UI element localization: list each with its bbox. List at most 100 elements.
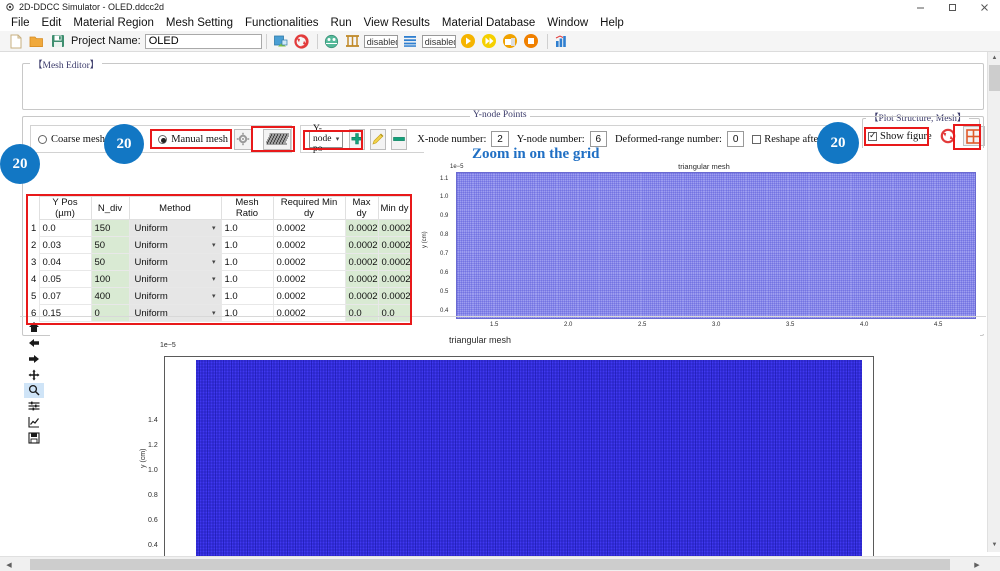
save-figure-icon[interactable] [24, 430, 44, 445]
menu-edit[interactable]: Edit [36, 16, 68, 30]
menu-material-region[interactable]: Material Region [67, 16, 160, 30]
scroll-right-arrow[interactable]: ▶ [970, 557, 984, 571]
top-chart-ytick: 0.4 [440, 308, 449, 314]
run-step-icon[interactable] [480, 32, 499, 51]
chart-icon[interactable] [552, 32, 571, 51]
cell-ypos[interactable]: 0.0 [38, 219, 92, 237]
cell-ypos[interactable]: 0.15 [38, 304, 92, 322]
forward-arrow-icon[interactable] [24, 352, 44, 367]
cell-ndiv[interactable]: 150 [90, 219, 130, 237]
import-icon[interactable] [271, 32, 290, 51]
app-icon [4, 2, 16, 13]
horizontal-scroll-thumb[interactable] [30, 559, 950, 570]
minimize-button[interactable] [904, 0, 936, 14]
bottom-chart-panel[interactable]: triangular mesh 1e−5 y (cm) 1.4 1.2 1.0 … [50, 328, 980, 571]
cell-ypos[interactable]: 0.05 [38, 270, 92, 288]
table-header-method[interactable]: Method [128, 196, 222, 220]
table-header-mindy[interactable]: Min dy [377, 196, 410, 220]
menu-view-results[interactable]: View Results [358, 16, 436, 30]
cell-ypos[interactable]: 0.04 [38, 253, 92, 271]
menu-run[interactable]: Run [325, 16, 358, 30]
run-icon[interactable] [459, 32, 478, 51]
table-row[interactable]: 3 0.04 50 Uniform ▾ 1.0 0.0002 0.0002 0. [28, 253, 410, 271]
top-chart-panel[interactable]: triangular mesh 1e−5 y (cm) 0.4 0.5 0.6 … [422, 148, 984, 335]
ynode-points-table-wrapper[interactable]: Y Pos (µm) N_div Method Mesh Ratio Requi… [28, 196, 410, 324]
cell-ndiv[interactable]: 100 [90, 270, 130, 288]
cell-method[interactable]: Uniform ▾ [128, 270, 222, 288]
back-arrow-icon[interactable] [24, 336, 44, 351]
save-icon[interactable] [48, 32, 67, 51]
table-header-required[interactable]: Required Min dy [272, 196, 346, 220]
cell-required[interactable]: 0.0002 [272, 236, 346, 254]
top-chart-y-exponent: 1e−5 [450, 164, 464, 170]
menu-file[interactable]: File [5, 16, 36, 30]
cell-ndiv[interactable]: 0 [90, 304, 130, 322]
export-icon[interactable] [501, 32, 520, 51]
vertical-scrollbar[interactable]: ▲ ▼ [987, 52, 1000, 552]
cell-required[interactable]: 0.0002 [272, 219, 346, 237]
mesh-globe-icon[interactable] [322, 32, 341, 51]
close-button[interactable] [968, 0, 1000, 14]
table-header-ndiv[interactable]: N_div [90, 196, 130, 220]
cell-method[interactable]: Uniform ▾ [128, 287, 222, 305]
cell-method[interactable]: Uniform ▾ [128, 304, 222, 322]
cell-required[interactable]: 0.0002 [272, 287, 346, 305]
table-row[interactable]: 1 0.0 150 Uniform ▾ 1.0 0.0002 0.0002 0. [28, 219, 410, 237]
cell-ratio[interactable]: 1.0 [220, 219, 274, 237]
maximize-button[interactable] [936, 0, 968, 14]
cell-ndiv[interactable]: 400 [90, 287, 130, 305]
project-name-input[interactable]: OLED [144, 33, 262, 49]
cell-ratio[interactable]: 1.0 [220, 270, 274, 288]
menu-help[interactable]: Help [594, 16, 630, 30]
open-folder-icon[interactable] [27, 32, 46, 51]
cell-ndiv[interactable]: 50 [90, 253, 130, 271]
method-value: Uniform [134, 290, 168, 302]
cell-ratio[interactable]: 1.0 [220, 304, 274, 322]
menu-functionalities[interactable]: Functionalities [239, 16, 325, 30]
disabled-field-1[interactable]: disabled [363, 34, 398, 48]
table-header-ypos[interactable]: Y Pos (µm) [38, 196, 92, 220]
new-file-icon[interactable] [6, 32, 25, 51]
cell-method[interactable]: Uniform ▾ [128, 219, 222, 237]
cell-ypos[interactable]: 0.03 [38, 236, 92, 254]
table-header-maxdy[interactable]: Max dy [344, 196, 379, 220]
structure-icon[interactable] [343, 32, 362, 51]
cell-required[interactable]: 0.0002 [272, 270, 346, 288]
cell-ndiv[interactable]: 50 [90, 236, 130, 254]
zoom-magnifier-icon[interactable] [24, 383, 44, 398]
cell-ypos[interactable]: 0.07 [38, 287, 92, 305]
subplot-config-icon[interactable] [24, 399, 44, 414]
cell-ratio[interactable]: 1.0 [220, 287, 274, 305]
disabled-field-2[interactable]: disabled [421, 34, 456, 48]
table-row[interactable]: 4 0.05 100 Uniform ▾ 1.0 0.0002 0.0002 0 [28, 270, 410, 288]
cell-required[interactable]: 0.0002 [272, 253, 346, 271]
list-icon[interactable] [401, 32, 420, 51]
horizontal-scrollbar[interactable]: ◀ ▶ [0, 556, 1000, 571]
cell-method[interactable]: Uniform ▾ [128, 236, 222, 254]
cell-ratio[interactable]: 1.0 [220, 253, 274, 271]
cell-ratio[interactable]: 1.0 [220, 236, 274, 254]
table-row[interactable]: 6 0.15 0 Uniform ▾ 1.0 0.0002 0.0 0.0 [28, 304, 410, 322]
vertical-scroll-thumb[interactable] [989, 65, 1000, 91]
step-badge-2: 20 [104, 124, 144, 164]
pan-move-icon[interactable] [24, 367, 44, 382]
cell-mindy: 0.0002 [377, 270, 410, 288]
scroll-left-arrow[interactable]: ◀ [2, 557, 16, 571]
home-icon[interactable] [24, 320, 44, 335]
cell-method[interactable]: Uniform ▾ [128, 253, 222, 271]
table-row[interactable]: 5 0.07 400 Uniform ▾ 1.0 0.0002 0.0002 0 [28, 287, 410, 305]
table-row[interactable]: 2 0.03 50 Uniform ▾ 1.0 0.0002 0.0002 0. [28, 236, 410, 254]
scroll-up-arrow[interactable]: ▲ [988, 52, 1000, 64]
menu-material-database[interactable]: Material Database [436, 16, 541, 30]
cell-required[interactable]: 0.0002 [272, 304, 346, 322]
top-chart-ytick: 0.5 [440, 289, 449, 295]
table-header-ratio[interactable]: Mesh Ratio [220, 196, 274, 220]
menu-mesh-setting[interactable]: Mesh Setting [160, 16, 239, 30]
edit-axis-icon[interactable] [24, 415, 44, 430]
menu-window[interactable]: Window [541, 16, 594, 30]
refresh-icon[interactable] [292, 32, 311, 51]
stop-icon[interactable] [522, 32, 541, 51]
scroll-down-arrow[interactable]: ▼ [988, 539, 1000, 551]
top-chart-ytick: 1.0 [440, 194, 449, 200]
top-chart-mesh-area [456, 172, 976, 319]
